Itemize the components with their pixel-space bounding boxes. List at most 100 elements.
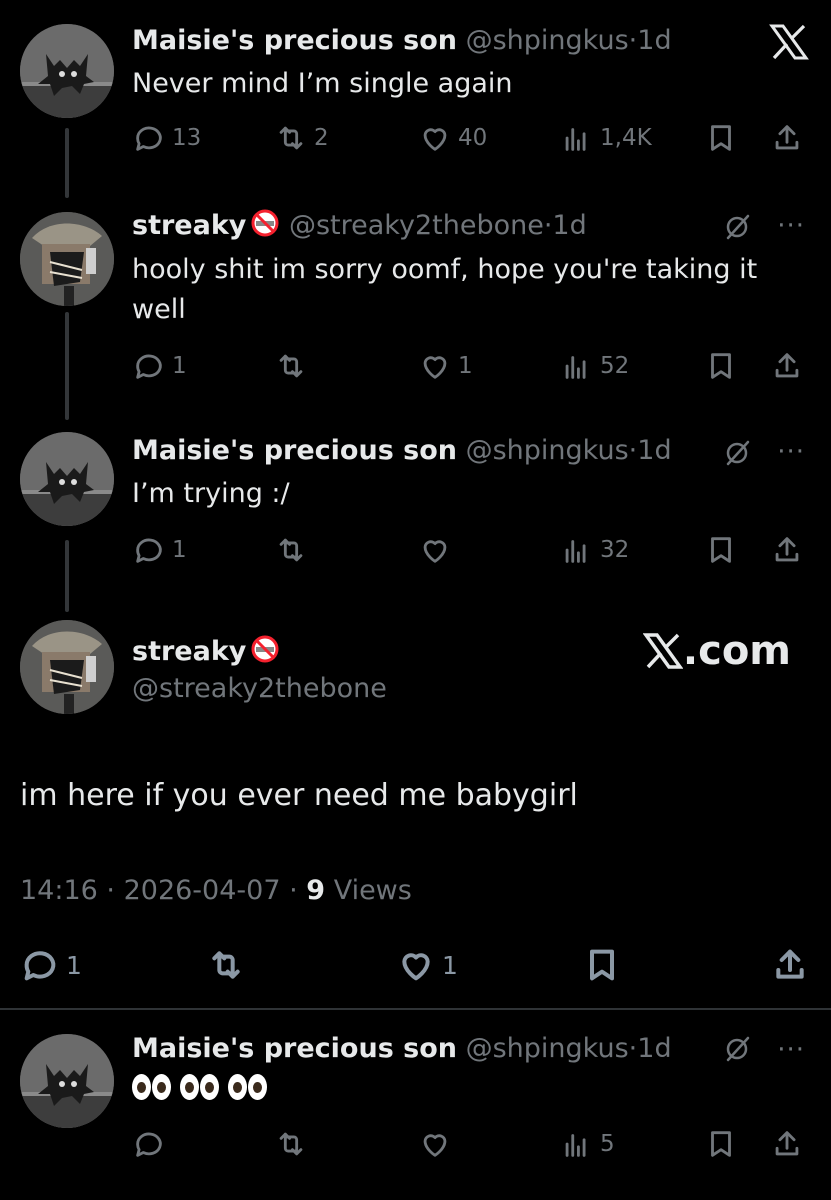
bookmark-icon [711,1131,731,1157]
repost-button[interactable] [206,940,252,990]
reply-button[interactable]: 1 [132,530,187,570]
post-time[interactable]: 1d [637,25,671,56]
post-date[interactable]: 2026-04-07 [124,875,281,906]
bookmark-button[interactable] [582,940,622,990]
reply-icon [136,538,162,563]
reply-button[interactable]: 1 [20,940,82,990]
share-button[interactable] [770,940,810,990]
post-time[interactable]: 1d [552,210,586,241]
heart-icon [423,128,447,151]
display-name[interactable]: streaky [132,636,246,667]
like-button[interactable]: 40 [418,118,487,158]
reply-count: 1 [66,950,82,980]
more-options-icon[interactable]: ··· [777,1037,805,1063]
share-button[interactable] [770,346,804,386]
display-name[interactable]: streaky [132,210,246,241]
user-handle[interactable]: @shpingkus [466,435,629,466]
no-smoking-icon [250,208,280,247]
views-count: 52 [600,353,630,379]
avatar[interactable] [20,620,114,714]
more-options-icon[interactable]: ··· [777,439,805,465]
reply-button[interactable] [132,1124,172,1164]
more-options-icon[interactable]: ··· [777,213,805,239]
share-icon [776,949,804,979]
share-icon [775,125,799,150]
avatar[interactable] [20,432,114,526]
like-button[interactable] [418,530,458,570]
views-button[interactable]: 5 [560,1124,615,1164]
bookmark-button[interactable] [704,118,738,158]
eyes-emoji [132,1074,172,1100]
x-com-watermark: .com [642,628,791,674]
heart-icon [423,356,447,379]
share-button[interactable] [770,118,804,158]
avatar[interactable] [20,212,114,306]
user-handle[interactable]: @shpingkus [466,25,629,56]
repost-icon [279,354,303,378]
bookmark-button[interactable] [704,1124,738,1164]
grok-icon[interactable] [722,212,752,246]
separator: · [628,1033,638,1064]
share-button[interactable] [770,1124,804,1164]
bookmark-button[interactable] [704,530,738,570]
post-time[interactable]: 14:16 [20,875,98,906]
post-actions: 1 32 [132,530,811,570]
views-button[interactable]: 52 [560,346,629,386]
grok-icon[interactable] [722,438,752,472]
separator: · [628,25,638,56]
bookmark-button[interactable] [704,346,738,386]
user-handle[interactable]: @streaky2thebone [132,673,387,704]
reply-icon [136,354,162,379]
like-count: 40 [458,125,488,151]
avatar[interactable] [20,1034,114,1128]
repost-count: 2 [314,125,329,151]
views-button[interactable]: 32 [560,530,629,570]
repost-button[interactable] [274,346,314,386]
post-time[interactable]: 1d [637,435,671,466]
post-actions: 5 [132,1124,811,1164]
repost-button[interactable]: 2 [274,118,329,158]
views-count: 5 [600,1131,615,1157]
user-handle[interactable]: @shpingkus [466,1033,629,1064]
post-header: streaky @streaky2thebone·1d [132,208,587,247]
user-handle[interactable]: @streaky2thebone [289,210,544,241]
like-button[interactable]: 1 [418,346,473,386]
heart-icon [423,1134,447,1157]
main-post-actions: 1 1 [20,940,811,990]
analytics-icon [565,128,586,151]
like-button[interactable] [418,1124,458,1164]
main-post-handle: @streaky2thebone [132,672,387,706]
post-meta: 14:16 · 2026-04-07 · 9 Views [20,872,412,910]
display-name[interactable]: Maisie's precious son [132,25,457,56]
eyes-emoji-text [132,1074,268,1100]
repost-icon [279,1132,303,1156]
grok-icon[interactable] [722,1034,752,1068]
no-smoking-icon [250,634,280,673]
views-label: Views [333,875,412,906]
heart-icon [402,953,430,981]
separator: · [106,875,115,906]
avatar[interactable] [20,24,114,118]
analytics-icon [565,540,586,563]
like-button[interactable]: 1 [396,940,458,990]
views-count: 9 [306,875,326,906]
repost-icon [279,126,303,150]
post-time[interactable]: 1d [637,1033,671,1064]
reply-icon [136,126,162,151]
display-name[interactable]: Maisie's precious son [132,435,457,466]
views-button[interactable]: 1,4K [560,118,652,158]
reply-icon [24,951,56,981]
reply-button[interactable]: 13 [132,118,201,158]
x-logo-icon[interactable] [769,24,809,64]
reply-button[interactable]: 1 [132,346,187,386]
analytics-icon [565,1134,586,1157]
post-actions: 1 1 52 [132,346,811,386]
main-post-name: streaky [132,634,280,673]
like-count: 1 [442,950,458,980]
reply-count: 1 [172,537,187,563]
repost-button[interactable] [274,530,314,570]
display-name[interactable]: Maisie's precious son [132,1033,457,1064]
separator: · [628,435,638,466]
repost-button[interactable] [274,1124,314,1164]
share-button[interactable] [770,530,804,570]
